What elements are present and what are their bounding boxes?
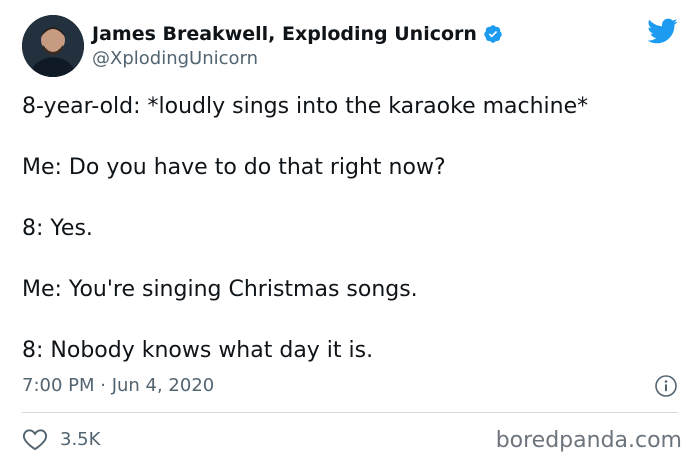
tweet-line: 8: Yes. bbox=[22, 216, 93, 241]
user-handle[interactable]: @XplodingUnicorn bbox=[92, 48, 503, 69]
display-name-row: James Breakwell, Exploding Unicorn bbox=[92, 22, 503, 46]
tweet-card: James Breakwell, Exploding Unicorn @Xplo… bbox=[0, 0, 700, 467]
heart-icon bbox=[22, 427, 48, 451]
twitter-bird-icon[interactable] bbox=[646, 17, 678, 45]
info-icon[interactable] bbox=[654, 374, 678, 398]
tweet-line: 8: Nobody knows what day it is. bbox=[22, 338, 374, 363]
divider bbox=[22, 412, 678, 413]
tweet-line: Me: Do you have to do that right now? bbox=[22, 155, 446, 180]
display-name[interactable]: James Breakwell, Exploding Unicorn bbox=[92, 23, 477, 45]
like-count: 3.5K bbox=[60, 428, 101, 450]
tweet-line: Me: You're singing Christmas songs. bbox=[22, 277, 418, 302]
tweet-text: 8-year-old: *loudly sings into the karao… bbox=[22, 93, 682, 364]
tweet-line: 8-year-old: *loudly sings into the karao… bbox=[22, 94, 589, 119]
tweet-timestamp[interactable]: 7:00 PM · Jun 4, 2020 bbox=[22, 375, 214, 396]
author-info: James Breakwell, Exploding Unicorn @Xplo… bbox=[92, 22, 503, 69]
verified-badge-icon bbox=[483, 24, 503, 44]
like-button[interactable]: 3.5K bbox=[22, 427, 100, 451]
watermark: boredpanda.com bbox=[495, 428, 682, 453]
avatar[interactable] bbox=[22, 15, 84, 77]
avatar-photo bbox=[22, 15, 84, 77]
